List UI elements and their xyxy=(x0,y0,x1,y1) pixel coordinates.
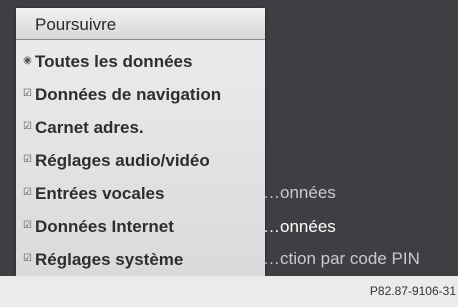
menu-header[interactable]: Poursuivre xyxy=(16,8,265,40)
check-icon: ☑ xyxy=(23,88,32,99)
menu-item-all-data[interactable]: ◉ Toutes les données xyxy=(16,46,265,77)
reset-menu: Poursuivre ◉ Toutes les données ☑ Donnée… xyxy=(16,8,265,276)
check-icon: ☑ xyxy=(23,253,32,264)
check-icon: ☑ xyxy=(23,121,32,132)
bg-item-text: …ction par code PIN xyxy=(263,249,420,268)
menu-header-label: Poursuivre xyxy=(35,15,117,34)
menu-item-label: Entrées vocales xyxy=(35,184,165,203)
menu-item-label: Carnet adres. xyxy=(35,118,144,137)
menu-item-voice-entries[interactable]: ☑ Entrées vocales xyxy=(16,178,265,209)
reference-code: P82.87-9106-31 xyxy=(369,284,456,298)
menu-item-label: Réglages audio/vidéo xyxy=(35,151,210,170)
radio-dot-icon: ◉ xyxy=(23,55,32,66)
bg-item-text: …onnées xyxy=(263,183,336,202)
menu-item-label: Réglages système xyxy=(35,250,184,269)
display-screen: …onnées …onnées …ction par code PIN Pour… xyxy=(0,0,458,276)
menu-item-label: Toutes les données xyxy=(35,52,193,71)
check-icon: ☑ xyxy=(23,154,32,165)
menu-item-address-book[interactable]: ☑ Carnet adres. xyxy=(16,112,265,143)
menu-item-navigation-data[interactable]: ☑ Données de navigation xyxy=(16,79,265,110)
check-icon: ☑ xyxy=(23,187,32,198)
figure-footer: P82.87-9106-31 xyxy=(0,276,458,307)
menu-item-label: Données de navigation xyxy=(35,85,222,104)
menu-item-system-settings[interactable]: ☑ Réglages système xyxy=(16,244,265,275)
check-icon: ☑ xyxy=(23,220,32,231)
menu-item-audio-video[interactable]: ☑ Réglages audio/vidéo xyxy=(16,145,265,176)
menu-item-label: Données Internet xyxy=(35,217,174,236)
menu-item-internet-data[interactable]: ☑ Données Internet xyxy=(16,211,265,242)
bg-item-text: …onnées xyxy=(263,217,336,236)
